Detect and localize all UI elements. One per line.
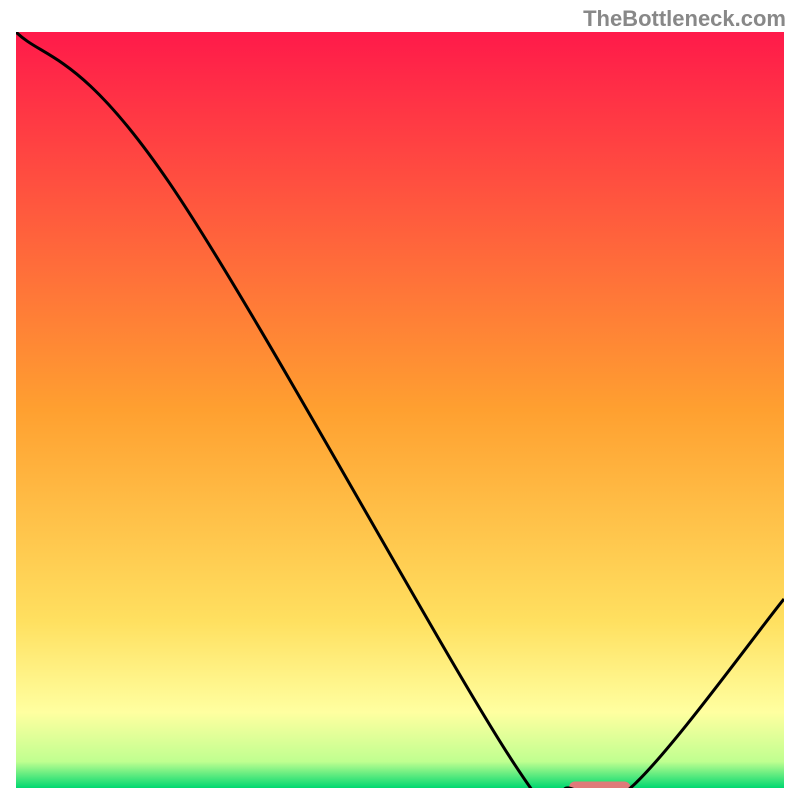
chart-background (16, 32, 784, 788)
watermark-label: TheBottleneck.com (583, 6, 786, 32)
optimal-marker (569, 782, 630, 789)
chart-svg (16, 32, 784, 788)
bottleneck-chart (16, 32, 784, 788)
